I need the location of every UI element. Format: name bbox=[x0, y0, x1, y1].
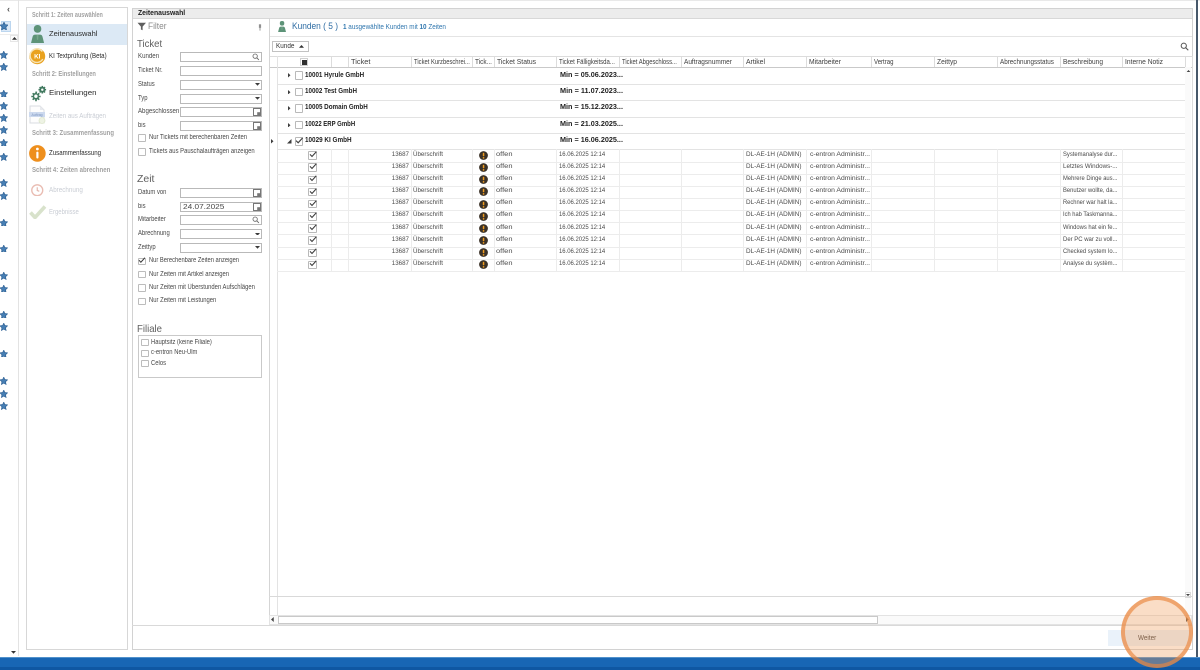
svg-text:Auftrag: Auftrag bbox=[32, 113, 43, 117]
svg-text:KI: KI bbox=[34, 54, 41, 61]
